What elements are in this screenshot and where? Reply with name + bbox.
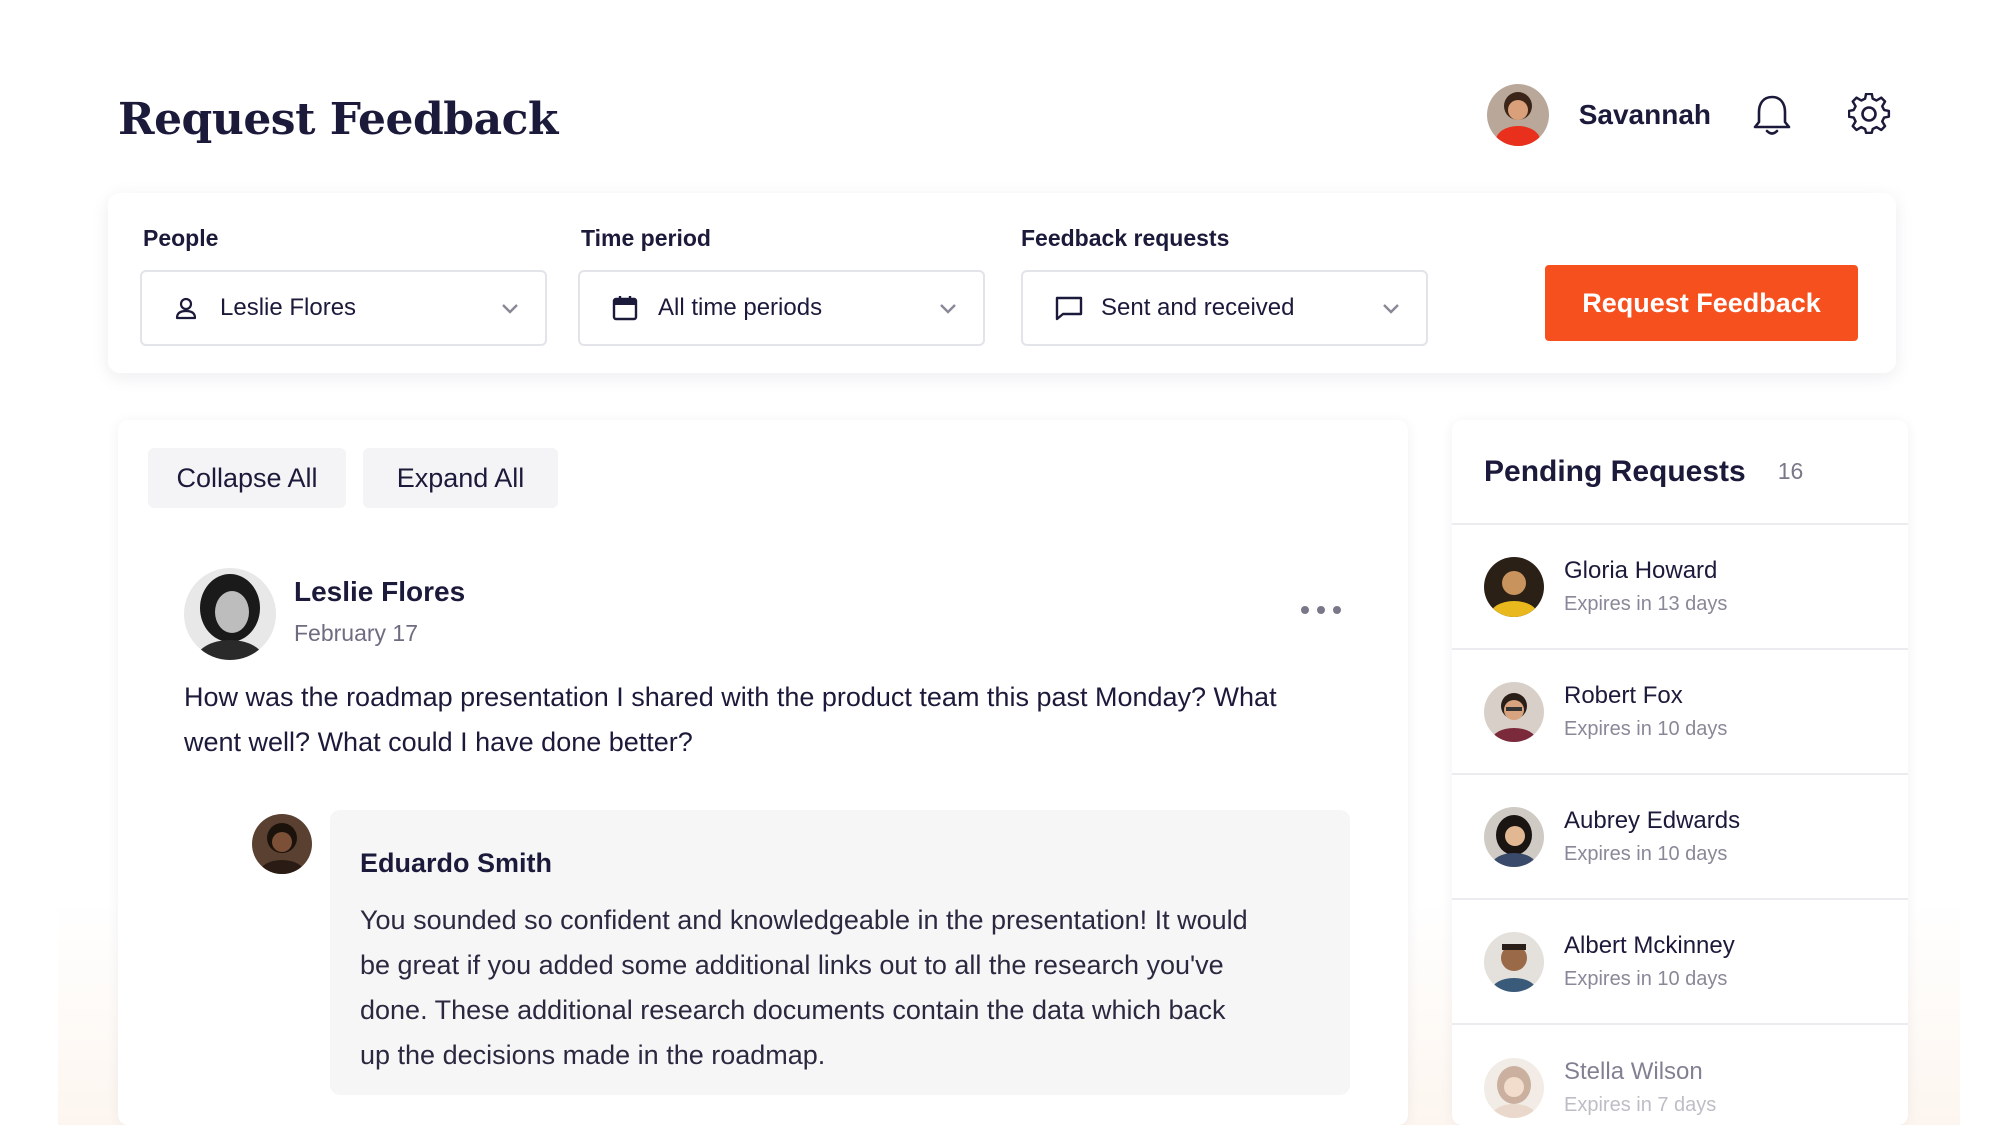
pending-request-item[interactable]: Gloria Howard Expires in 13 days [1452,525,1908,650]
pending-request-expiry: Expires in 10 days [1564,968,1728,990]
pending-request-expiry: Expires in 7 days [1564,1094,1717,1116]
chat-bubble-icon [1055,294,1083,322]
people-filter-label: People [143,225,219,251]
time-period-filter: Time period All time periods [578,225,985,346]
time-period-filter-label: Time period [581,225,711,251]
more-dots-icon[interactable] [1301,598,1341,622]
pending-request-name: Albert Mckinney [1564,932,1735,959]
avatar [1484,1057,1544,1118]
pending-request-item[interactable]: Albert Mckinney Expires in 10 days [1452,900,1908,1025]
avatar [1484,556,1544,617]
pending-request-expiry: Expires in 10 days [1564,718,1728,740]
gear-icon [1848,93,1891,135]
collapse-all-button[interactable]: Collapse All [148,448,346,508]
pending-request-item[interactable]: Robert Fox Expires in 10 days [1452,650,1908,775]
avatar [1484,806,1544,867]
post-author-name: Leslie Flores [294,576,466,607]
user-area: Savannah [1486,84,1895,146]
pending-request-name: Stella Wilson [1564,1058,1703,1085]
post-author-avatar [184,568,276,660]
people-select[interactable]: Leslie Flores [140,270,547,346]
post-body: How was the roadmap presentation I share… [184,682,1277,757]
avatar [1484,681,1544,742]
chevron-down-icon [939,294,957,322]
settings-button[interactable] [1845,90,1895,140]
calendar-icon [612,294,640,322]
chevron-down-icon [501,294,519,322]
pending-requests-header: Pending Requests 16 [1452,420,1908,525]
feedback-requests-filter: Feedback requests Sent and received [1018,225,1428,346]
time-period-select-value: All time periods [658,294,823,321]
expand-all-button[interactable]: Expand All [363,448,558,508]
reply-bubble: Eduardo Smith You sounded so confident a… [330,810,1350,1095]
notifications-button[interactable] [1747,90,1797,140]
request-feedback-button[interactable]: Request Feedback [1545,265,1858,341]
bell-icon [1753,95,1791,135]
user-name: Savannah [1578,99,1711,130]
pending-requests-title: Pending Requests [1484,454,1746,488]
pending-request-name: Gloria Howard [1564,557,1718,584]
user-avatar-image [1486,84,1549,146]
pending-request-item[interactable]: Stella Wilson Expires in 7 days [1452,1025,1908,1125]
people-select-value: Leslie Flores [220,294,357,321]
reply-body: You sounded so confident and knowledgeab… [360,905,1248,1070]
pending-request-name: Robert Fox [1564,682,1683,709]
feedback-feed: Collapse All Expand All Leslie Flores Fe… [118,420,1408,1125]
time-period-select[interactable]: All time periods [578,270,985,346]
post-date: February 17 [294,620,419,646]
reply-author-avatar [252,814,312,874]
pending-requests-panel: Pending Requests 16 Gloria Howard Expire… [1452,420,1908,1125]
feedback-requests-filter-label: Feedback requests [1021,225,1230,251]
pending-request-expiry: Expires in 10 days [1564,843,1728,865]
chevron-down-icon [1382,294,1400,322]
page-title: Request Feedback [118,94,558,145]
pending-request-item[interactable]: Aubrey Edwards Expires in 10 days [1452,775,1908,900]
pending-request-name: Aubrey Edwards [1564,807,1741,834]
pending-requests-count: 16 [1777,458,1804,484]
pending-request-expiry: Expires in 13 days [1564,593,1728,615]
reply-author-name: Eduardo Smith [360,848,553,878]
user-avatar[interactable] [1486,84,1549,146]
filter-bar: People Leslie Flores Time period All tim… [108,193,1896,373]
feedback-requests-select-value: Sent and received [1101,294,1295,321]
people-filter: People Leslie Flores [140,225,547,346]
person-icon [174,294,202,322]
feedback-requests-select[interactable]: Sent and received [1021,270,1428,346]
avatar [1484,931,1544,992]
